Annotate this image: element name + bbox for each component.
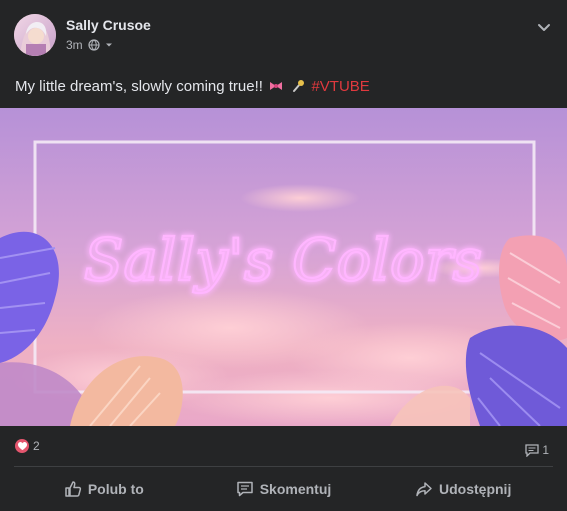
actions-divider [14,466,553,467]
post-timestamp[interactable]: 3m [66,38,83,52]
like-label: Polub to [87,481,144,497]
share-button[interactable]: Udostępnij [373,471,553,507]
heart-reaction-icon [15,439,29,453]
comments-count: 1 [542,443,549,457]
post-actions: Polub to Skomentuj Udostępnij [14,471,553,507]
post-meta: 3m [66,38,113,52]
post-card: Sally Crusoe 3m My little dream's, slowl… [0,0,567,511]
ribbon-emoji [270,82,283,90]
globe-icon[interactable] [88,39,100,51]
like-button[interactable]: Polub to [14,471,194,507]
avatar-image [14,14,56,56]
share-icon [416,482,432,497]
reactions-count: 2 [33,439,40,453]
like-icon [65,481,81,497]
post-image[interactable]: Sally's Colors [0,108,567,426]
share-label: Udostępnij [439,481,512,497]
caption-text: My little dream's, slowly coming true!! [15,78,263,95]
author-name[interactable]: Sally Crusoe [66,17,151,33]
avatar[interactable] [14,14,56,56]
comment-label: Skomentuj [259,481,332,497]
comment-button[interactable]: Skomentuj [194,471,374,507]
comment-icon [236,481,253,497]
post-caption: My little dream's, slowly coming true!! … [15,78,370,95]
more-options-icon[interactable] [535,18,553,36]
post-header: Sally Crusoe 3m [0,0,567,70]
caption-hashtag[interactable]: #VTUBE [311,78,369,95]
audience-caret-icon[interactable] [105,41,113,49]
vtube-banner-image: Sally's Colors [0,108,567,426]
comments-summary[interactable]: 1 [525,443,549,457]
post-stats: 2 1 [0,426,567,466]
reactions-summary[interactable]: 2 [15,439,40,453]
banner-title: Sally's Colors [84,226,483,294]
comment-count-icon [525,443,539,457]
microphone-emoji [293,80,305,92]
